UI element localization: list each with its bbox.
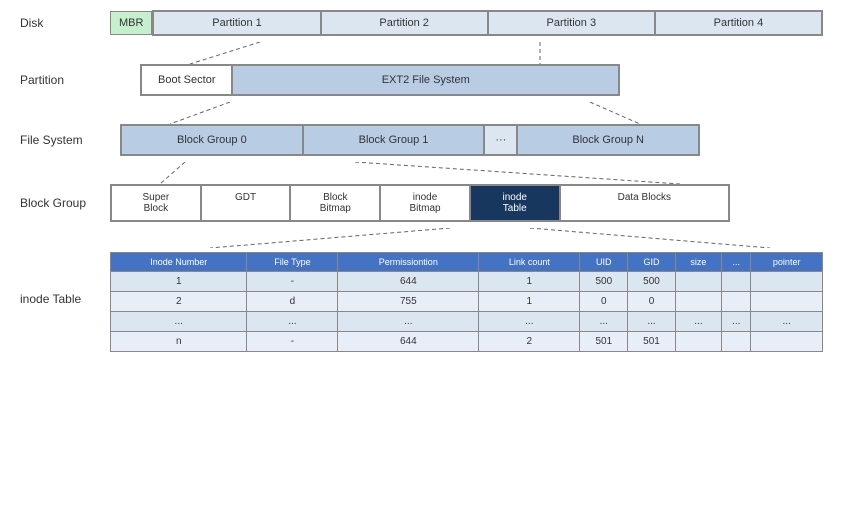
col-pointer: pointer xyxy=(751,253,823,272)
connector-fs-bg xyxy=(110,162,830,184)
bg-gdt: GDT xyxy=(201,185,291,221)
filesystem-content: Block Group 0 Block Group 1 ··· Block Gr… xyxy=(120,124,700,156)
inode-table: Inode Number File Type Permissiontion Li… xyxy=(110,252,823,352)
col-uid: UID xyxy=(580,253,628,272)
bg-inode-table: inodeTable xyxy=(470,185,560,221)
connector-bg-inode xyxy=(110,228,830,248)
inode-table-section: inode Table Inode Number File Type Permi… xyxy=(20,252,823,352)
cell-n-perm: 644 xyxy=(338,332,479,352)
block-group-1: Block Group 1 xyxy=(303,125,485,155)
col-inode-number: Inode Number xyxy=(111,253,247,272)
cell-d-size: ... xyxy=(675,312,721,332)
cell-d-perm: ... xyxy=(338,312,479,332)
cell-n-pointer xyxy=(751,332,823,352)
cell-2-size xyxy=(675,292,721,312)
block-group-dots: ··· xyxy=(484,125,517,155)
inode-table-header-row: Inode Number File Type Permissiontion Li… xyxy=(111,253,823,272)
col-size: size xyxy=(675,253,721,272)
col-permission: Permissiontion xyxy=(338,253,479,272)
cell-2-uid: 0 xyxy=(580,292,628,312)
partition-3: Partition 3 xyxy=(488,11,655,35)
col-dots: ... xyxy=(722,253,751,272)
connector-partition-fs xyxy=(110,102,830,124)
partition-row: Partition Boot Sector EXT2 File System xyxy=(20,64,823,96)
cell-2-perm: 755 xyxy=(338,292,479,312)
cell-1-pointer xyxy=(751,272,823,292)
partition-1: Partition 1 xyxy=(153,11,320,35)
inode-table-container: Inode Number File Type Permissiontion Li… xyxy=(110,252,823,352)
disk-mbr: MBR xyxy=(110,11,152,35)
blockgroup-row: Block Group SuperBlock GDT BlockBitmap i… xyxy=(20,184,823,222)
partition-2: Partition 2 xyxy=(321,11,488,35)
inode-table-label: inode Table xyxy=(20,252,110,306)
cell-1-uid: 500 xyxy=(580,272,628,292)
cell-2-dots xyxy=(722,292,751,312)
partition-4: Partition 4 xyxy=(655,11,822,35)
cell-1-link: 1 xyxy=(479,272,580,292)
block-group-0: Block Group 0 xyxy=(121,125,303,155)
inode-row-2: 2 d 755 1 0 0 xyxy=(111,292,823,312)
disk-label: Disk xyxy=(20,16,110,30)
cell-d-link: ... xyxy=(479,312,580,332)
cell-2-link: 1 xyxy=(479,292,580,312)
diagram-container: Disk MBR Partition 1 Partition 2 Partiti… xyxy=(0,0,843,362)
inode-row-1: 1 - 644 1 500 500 xyxy=(111,272,823,292)
col-link-count: Link count xyxy=(479,253,580,272)
cell-n-uid: 501 xyxy=(580,332,628,352)
partition-boot-sector: Boot Sector xyxy=(141,65,232,95)
bg-superblock: SuperBlock xyxy=(111,185,201,221)
cell-d-uid: ... xyxy=(580,312,628,332)
disk-partitions: Partition 1 Partition 2 Partition 3 Part… xyxy=(152,10,823,36)
cell-n-inode: n xyxy=(111,332,247,352)
partition-ext2: EXT2 File System xyxy=(232,65,619,95)
cell-d-dots: ... xyxy=(722,312,751,332)
blockgroup-label: Block Group xyxy=(20,196,110,210)
cell-2-type: d xyxy=(247,292,338,312)
inode-row-dots: ... ... ... ... ... ... ... ... ... xyxy=(111,312,823,332)
cell-1-perm: 644 xyxy=(338,272,479,292)
cell-n-dots xyxy=(722,332,751,352)
bg-inode-bitmap: inodeBitmap xyxy=(380,185,470,221)
cell-d-pointer: ... xyxy=(751,312,823,332)
block-group-n: Block Group N xyxy=(517,125,699,155)
cell-1-dots xyxy=(722,272,751,292)
cell-n-link: 2 xyxy=(479,332,580,352)
disk-row: Disk MBR Partition 1 Partition 2 Partiti… xyxy=(20,10,823,36)
partition-label: Partition xyxy=(20,73,110,87)
cell-1-inode: 1 xyxy=(111,272,247,292)
cell-n-gid: 501 xyxy=(628,332,676,352)
cell-1-type: - xyxy=(247,272,338,292)
inode-row-n: n - 644 2 501 501 xyxy=(111,332,823,352)
bg-block-bitmap: BlockBitmap xyxy=(290,185,380,221)
cell-1-size xyxy=(675,272,721,292)
cell-n-type: - xyxy=(247,332,338,352)
cell-d-inode: ... xyxy=(111,312,247,332)
col-file-type: File Type xyxy=(247,253,338,272)
filesystem-label: File System xyxy=(20,133,110,147)
bg-data-blocks: Data Blocks xyxy=(560,185,729,221)
cell-2-gid: 0 xyxy=(628,292,676,312)
partition-content: Boot Sector EXT2 File System xyxy=(140,64,620,96)
filesystem-row: File System Block Group 0 Block Group 1 … xyxy=(20,124,823,156)
col-gid: GID xyxy=(628,253,676,272)
connector-disk-partition xyxy=(110,42,830,64)
cell-1-gid: 500 xyxy=(628,272,676,292)
cell-d-gid: ... xyxy=(628,312,676,332)
cell-2-pointer xyxy=(751,292,823,312)
cell-2-inode: 2 xyxy=(111,292,247,312)
cell-d-type: ... xyxy=(247,312,338,332)
blockgroup-content: SuperBlock GDT BlockBitmap inodeBitmap i… xyxy=(110,184,730,222)
cell-n-size xyxy=(675,332,721,352)
